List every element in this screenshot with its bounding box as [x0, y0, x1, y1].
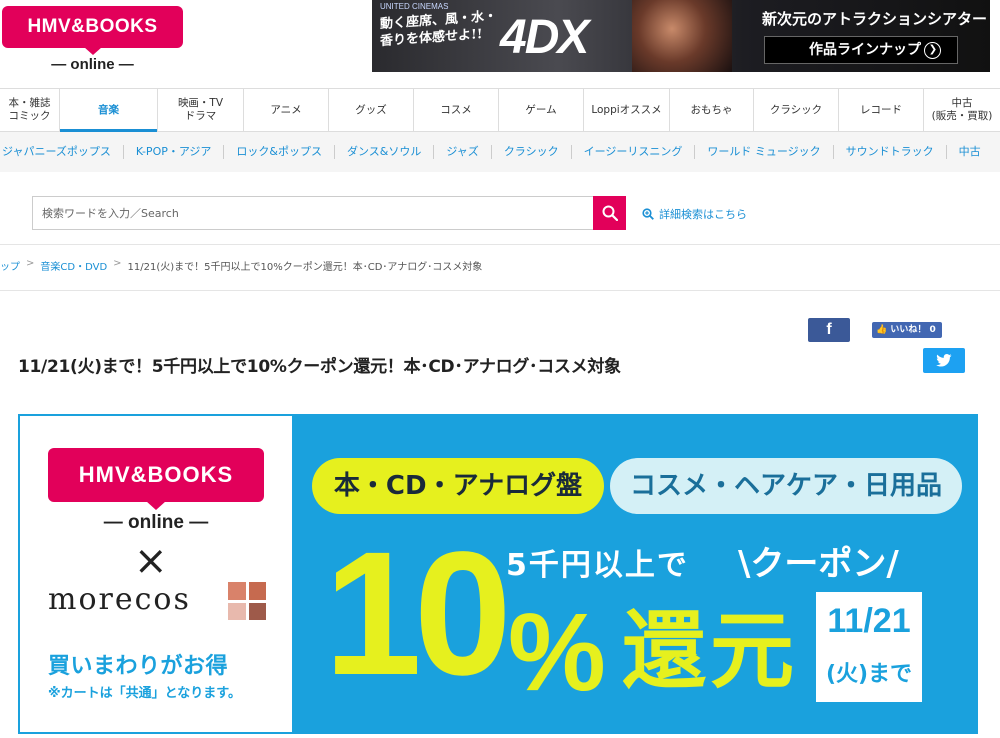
- divider: [0, 244, 1000, 245]
- search-button[interactable]: [593, 196, 626, 230]
- ad-button-label: 作品ラインナップ: [809, 42, 921, 58]
- ad-4dx-logo: 4DX: [500, 10, 589, 65]
- facebook-icon: f: [826, 321, 832, 338]
- banner-kangen: 還元: [622, 602, 799, 700]
- twitter-bird-icon: [936, 354, 952, 367]
- zoom-plus-icon: [642, 208, 654, 220]
- category-record[interactable]: レコード: [839, 89, 924, 131]
- subnav-item[interactable]: ジャパニーズポップス: [0, 145, 124, 159]
- breadcrumb: ップ > 音楽CD・DVD > 11/21(火)まで！5千円以上で10%クーポン…: [0, 258, 482, 273]
- subnav-item[interactable]: イージーリスニング: [572, 145, 696, 159]
- category-label: アニメ: [270, 103, 302, 116]
- advanced-search-link[interactable]: 詳細検索はこちら: [642, 206, 747, 222]
- search-bar: [32, 196, 626, 230]
- subnav-item[interactable]: 中古: [947, 145, 993, 159]
- subnav-item[interactable]: クラシック: [492, 145, 572, 159]
- twitter-share-button[interactable]: [923, 348, 965, 373]
- category-anime[interactable]: アニメ: [244, 89, 329, 131]
- facebook-share-button[interactable]: f: [808, 318, 850, 342]
- breadcrumb-current: 11/21(火)まで！5千円以上で10%クーポン還元！本･CD･アナログ･コスメ…: [127, 262, 483, 273]
- banner-deadline-box: 11/21 (火)まで: [816, 592, 922, 702]
- music-subnav: ジャパニーズポップス K-POP・アジア ロック&ポップス ダンス&ソウル ジャ…: [0, 132, 1000, 172]
- subnav-item[interactable]: K-POP・アジア: [124, 145, 225, 159]
- ad-tagline: 動く座席、風・水・香りを体感せよ!!: [380, 8, 498, 50]
- ad-banner-4dx[interactable]: UNITED CINEMAS 動く座席、風・水・香りを体感せよ!! 4DX 新次…: [372, 0, 990, 72]
- subnav-item[interactable]: サウンドトラック: [834, 145, 947, 159]
- ad-photo: [632, 0, 732, 72]
- logo-online: — online —: [51, 56, 134, 73]
- like-count: いいね！ 0: [890, 325, 936, 335]
- category-label: グッズ: [355, 103, 387, 116]
- ad-logo-text: 4DX: [500, 11, 589, 64]
- search-input[interactable]: [32, 196, 593, 230]
- category-movie-tv[interactable]: 映画・TV ドラマ: [158, 89, 244, 131]
- advanced-search-label: 詳細検索はこちら: [659, 208, 747, 221]
- chevron-right-icon: ❯: [924, 42, 941, 59]
- logo-wordmark: HMV&BOOKS: [2, 6, 183, 48]
- banner-cross: ×: [134, 538, 168, 584]
- category-loppi[interactable]: Loppiオススメ: [584, 89, 670, 131]
- category-label: Loppiオススメ: [591, 103, 662, 116]
- ad-headline: 新次元のアトラクションシアター: [762, 10, 988, 28]
- banner-deadline-until: (火)まで: [825, 662, 913, 687]
- banner-logo-online: — online —: [103, 512, 209, 533]
- category-used[interactable]: 中古 (販売・買取): [924, 89, 1000, 131]
- banner-percent: %: [508, 591, 606, 714]
- category-toys[interactable]: おもちゃ: [670, 89, 754, 131]
- banner-tagline: 買いまわりがお得: [48, 654, 229, 679]
- category-label: 映画・TV ドラマ: [177, 97, 224, 122]
- category-classic[interactable]: クラシック: [754, 89, 839, 131]
- category-label: 音楽: [98, 103, 119, 116]
- category-label: クラシック: [769, 103, 823, 116]
- category-music[interactable]: 音楽: [60, 89, 158, 132]
- subnav-item[interactable]: ダンス&ソウル: [335, 145, 435, 159]
- banner-left-panel: HMV&BOOKS — online — × morecos 買いまわりがお得 …: [18, 414, 294, 734]
- banner-morecos-logo: morecos: [48, 582, 191, 617]
- category-game[interactable]: ゲーム: [499, 89, 584, 131]
- breadcrumb-separator: >: [26, 258, 35, 269]
- category-label: 本・雑誌 コミック: [8, 97, 51, 122]
- morecos-squares-icon: [228, 582, 266, 620]
- banner-logo-notch: [146, 501, 166, 510]
- site-header: HMV&BOOKS — online — UNITED CINEMAS 動く座席…: [0, 0, 1000, 88]
- search-icon: [602, 205, 618, 221]
- ad-lineup-button[interactable]: 作品ラインナップ ❯: [764, 36, 958, 64]
- category-nav: 本・雑誌 コミック 音楽 映画・TV ドラマ アニメ グッズ コスメ ゲーム L…: [0, 88, 1000, 132]
- banner-pill-books: 本・CD・アナログ盤: [312, 458, 604, 514]
- category-goods[interactable]: グッズ: [329, 89, 414, 131]
- divider: [0, 290, 1000, 291]
- banner-deadline-date: 11/21: [827, 602, 911, 640]
- ad-united-cinemas: UNITED CINEMAS: [380, 2, 449, 11]
- banner-five-thousand: 5千円以上で: [506, 548, 689, 583]
- breadcrumb-top[interactable]: ップ: [0, 258, 20, 273]
- banner-note: ※カートは「共通」となります。: [48, 686, 241, 701]
- category-label: コスメ: [440, 103, 472, 116]
- category-books[interactable]: 本・雑誌 コミック: [0, 89, 60, 131]
- category-label: 中古 (販売・買取): [931, 97, 993, 122]
- category-label: レコード: [860, 103, 902, 116]
- subnav-item[interactable]: ロック&ポップス: [224, 145, 335, 159]
- breadcrumb-separator: >: [113, 258, 122, 269]
- banner-pill-cosme: コスメ・ヘアケア・日用品: [610, 458, 962, 514]
- facebook-like-button[interactable]: 👍 いいね！ 0: [872, 322, 942, 338]
- subnav-item[interactable]: ジャズ: [434, 145, 492, 159]
- thumbs-up-icon: 👍: [876, 325, 888, 335]
- campaign-banner[interactable]: HMV&BOOKS — online — × morecos 買いまわりがお得 …: [18, 414, 978, 734]
- category-label: おもちゃ: [690, 103, 733, 116]
- page-title: 11/21(火)まで！5千円以上で10%クーポン還元！本･CD･アナログ･コスメ…: [18, 357, 621, 377]
- breadcrumb-music[interactable]: 音楽CD・DVD: [40, 258, 107, 273]
- category-cosme[interactable]: コスメ: [414, 89, 499, 131]
- site-logo[interactable]: HMV&BOOKS — online —: [0, 0, 185, 82]
- banner-ten: 10: [324, 516, 512, 712]
- category-label: ゲーム: [525, 103, 557, 116]
- subnav-item[interactable]: ワールド ミュージック: [695, 145, 834, 159]
- banner-coupon: \クーポン/: [738, 544, 899, 584]
- logo-notch: [84, 47, 102, 55]
- banner-hmv-logo: HMV&BOOKS: [48, 448, 264, 502]
